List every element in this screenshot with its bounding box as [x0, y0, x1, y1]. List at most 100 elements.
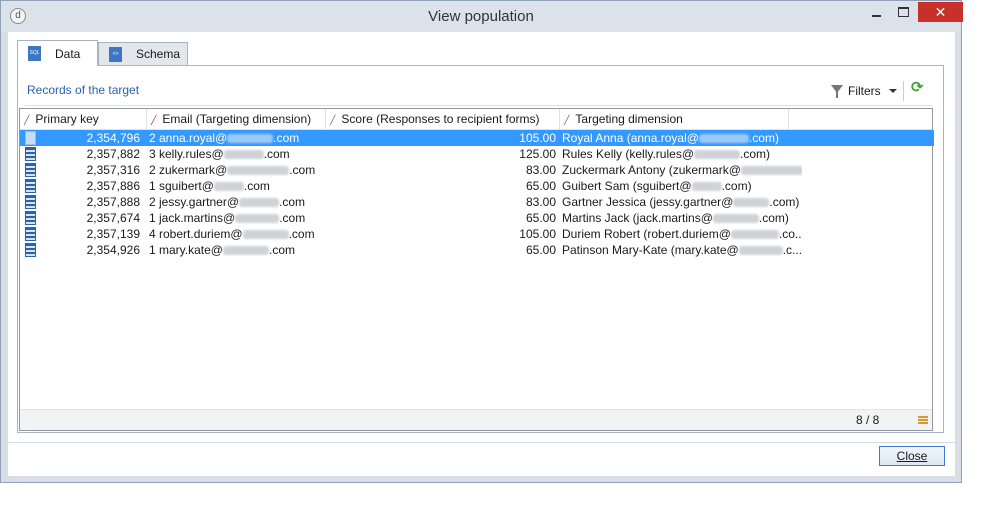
redacted-domain: [733, 198, 770, 208]
target-text: Martins Jack (jack.martins@: [562, 211, 713, 225]
column-label: Email (Targeting dimension): [162, 112, 312, 126]
column-header-score[interactable]: ╱ Score (Responses to recipient forms): [326, 109, 560, 129]
cell-email: 2 anna.royal@ .com: [147, 130, 328, 146]
column-header-email[interactable]: ╱ Email (Targeting dimension): [147, 109, 326, 129]
tab-data-label: Data: [55, 46, 81, 61]
email-text: 1 sguibert@: [149, 179, 214, 193]
email-text: 2 jessy.gartner@: [149, 195, 239, 209]
tab-data[interactable]: SQL Data: [17, 40, 98, 66]
redacted-domain: [698, 134, 749, 144]
email-suffix: .com: [243, 179, 270, 193]
table-row[interactable]: 2,357,139 4 robert.duriem@ .com 105.00 Durie…: [20, 226, 934, 242]
cell-score: 65.00: [525, 211, 556, 225]
cell-targeting-dimension: Patinson Mary-Kate (mary.kate@ .c...: [560, 242, 802, 258]
cell-primary-key: 2,357,316: [86, 163, 140, 177]
cell-score: 65.00: [525, 243, 556, 257]
cell-targeting-dimension: Guibert Sam (sguibert@ .com): [560, 178, 802, 194]
column-header-primary-key[interactable]: ╱ Primary key: [20, 109, 147, 129]
sort-icon: ╱: [151, 115, 157, 125]
grid-header: ╱ Primary key ╱ Email (Targeting dimension…: [20, 109, 932, 130]
cell-targeting-dimension: Duriem Robert (robert.duriem@ .co...: [560, 226, 802, 242]
table-row[interactable]: 2,357,674 1 jack.martins@ .com 65.00 Martins…: [20, 210, 934, 226]
record-icon: [25, 131, 36, 145]
email-suffix: .com: [263, 147, 290, 161]
chevron-down-icon[interactable]: [888, 89, 897, 93]
redacted-domain: [712, 214, 759, 224]
refresh-icon[interactable]: ⟳: [911, 80, 925, 95]
list-menu-icon[interactable]: [918, 416, 928, 424]
sort-icon: ╱: [330, 115, 336, 125]
tab-schema[interactable]: <> Schema: [98, 42, 188, 65]
funnel-icon: [831, 84, 843, 99]
table-row[interactable]: 2,357,886 1 sguibert@ .com 65.00 Guibert Sam…: [20, 178, 934, 194]
redacted-domain: [227, 166, 290, 176]
column-label: Score (Responses to recipient forms): [341, 112, 540, 126]
cell-score: 105.00: [519, 131, 556, 145]
cell-score: 105.00: [519, 227, 556, 241]
close-button[interactable]: Close: [879, 446, 945, 466]
cell-score: 65.00: [525, 179, 556, 193]
table-row[interactable]: 2,357,888 2 jessy.gartner@ .com 83.00 Gartne…: [20, 194, 934, 210]
redacted-domain: [222, 246, 269, 256]
record-icon: [25, 227, 36, 241]
redacted-domain: [740, 166, 802, 176]
maximize-icon: [897, 7, 909, 17]
data-panel: Records of the target Filters ⟳ ╱ Primary…: [17, 65, 944, 433]
records-grid: ╱ Primary key ╱ Email (Targeting dimension…: [19, 108, 934, 431]
table-row[interactable]: 2,354,926 1 mary.kate@ .com 65.00 Patinson M…: [20, 242, 934, 258]
cell-email: 1 mary.kate@ .com: [147, 242, 328, 258]
target-text: Duriem Robert (robert.duriem@: [562, 227, 731, 241]
target-suffix: .com): [721, 179, 752, 193]
cell-targeting-dimension: Gartner Jessica (jessy.gartner@ .com): [560, 194, 802, 210]
cell-email: 1 sguibert@ .com: [147, 178, 328, 194]
cell-score: 83.00: [525, 163, 556, 177]
minimize-button[interactable]: [863, 2, 889, 22]
target-text: Gartner Jessica (jessy.gartner@: [562, 195, 734, 209]
target-suffix: .com): [748, 131, 779, 145]
dialog-content: SQL Data <> Schema Records of the target…: [8, 32, 955, 476]
redacted-domain: [242, 230, 289, 240]
filters-button[interactable]: Filters: [831, 81, 904, 101]
cell-email: 1 jack.martins@ .com: [147, 210, 328, 226]
records-of-target-link[interactable]: Records of the target: [27, 83, 139, 97]
cell-primary-key: 2,357,139: [86, 227, 140, 241]
target-text: Rules Kelly (kelly.rules@: [562, 147, 694, 161]
table-row[interactable]: 2,357,882 3 kelly.rules@ .com 125.00 Rules K…: [20, 146, 934, 162]
email-suffix: .com: [279, 195, 306, 209]
toolbar-separator: [902, 81, 904, 101]
window-title: View population: [428, 8, 534, 25]
redacted-domain: [691, 182, 722, 192]
email-text: 2 anna.royal@: [149, 131, 228, 145]
toolbar-divider: [24, 105, 932, 106]
target-suffix: .com): [769, 195, 800, 209]
cell-email: 2 jessy.gartner@ .com: [147, 194, 328, 210]
redacted-domain: [694, 150, 740, 160]
redacted-domain: [239, 198, 279, 208]
cell-email: 2 zukermark@ .com: [147, 162, 328, 178]
table-row[interactable]: 2,357,316 2 zukermark@ .com 83.00 Zuckermark…: [20, 162, 934, 178]
record-count: 8 / 8: [856, 413, 880, 427]
column-header-targeting-dimension[interactable]: ╱ Targeting dimension: [560, 109, 789, 129]
redacted-domain: [223, 150, 264, 160]
grid-footer: 8 / 8: [20, 409, 932, 430]
maximize-button[interactable]: [890, 2, 916, 22]
redacted-domain: [730, 230, 779, 240]
cell-primary-key: 2,357,886: [86, 179, 140, 193]
record-icon: [25, 163, 36, 177]
footer-divider: [8, 442, 955, 443]
column-label: Primary key: [35, 112, 99, 126]
cell-email: 4 robert.duriem@ .com: [147, 226, 328, 242]
target-text: Guibert Sam (sguibert@: [562, 179, 692, 193]
title-bar[interactable]: d View population ✕: [1, 1, 963, 32]
record-icon: [25, 195, 36, 209]
view-population-window: d View population ✕ SQL Data <> Schema R…: [0, 0, 963, 483]
record-icon: [25, 211, 36, 225]
email-text: 3 kelly.rules@: [149, 147, 224, 161]
table-row[interactable]: 2,354,796 2 anna.royal@ .com 105.00 Royal An…: [20, 130, 934, 146]
close-window-button[interactable]: ✕: [918, 2, 963, 22]
email-suffix: .com: [279, 211, 306, 225]
minimize-icon: [871, 15, 881, 17]
target-suffix: .com): [740, 147, 770, 161]
target-text: Royal Anna (anna.royal@: [562, 131, 699, 145]
email-suffix: .com: [268, 243, 295, 257]
